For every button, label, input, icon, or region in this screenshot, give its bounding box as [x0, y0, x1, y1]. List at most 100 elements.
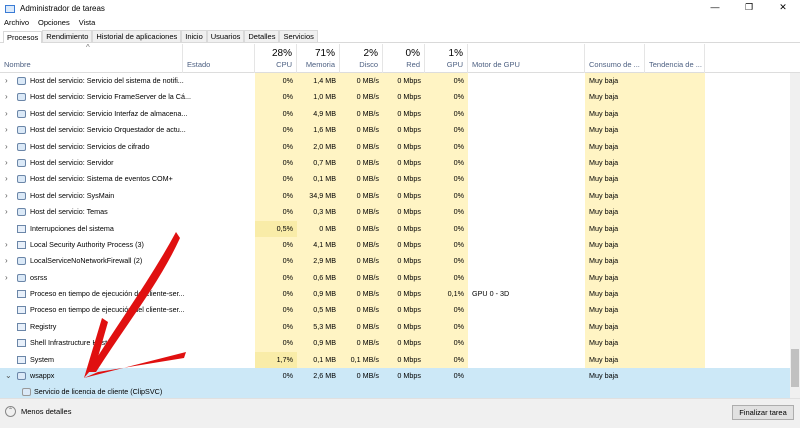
service-gear-icon: [17, 208, 26, 217]
process-row[interactable]: › Host del servicio: Servicios de cifrado…: [0, 138, 790, 155]
column-header: ^ Nombre Estado 28% CPU 71% Memoria 2% Disco…: [0, 43, 800, 73]
column-gpu-engine[interactable]: Motor de GPU: [468, 44, 585, 73]
expand-chevron-icon[interactable]: ›: [5, 106, 8, 122]
process-row[interactable]: › Local Security Authority Process (3) 0% 4…: [0, 236, 790, 254]
expand-chevron-icon[interactable]: ›: [5, 89, 8, 105]
process-row[interactable]: › Host del servicio: Servicio Interfaz de…: [0, 105, 790, 123]
process-window-icon: [17, 339, 26, 348]
cell-cpu: 0%: [255, 138, 297, 155]
end-task-button[interactable]: Finalizar tarea: [732, 405, 794, 420]
column-disk[interactable]: 2% Disco: [340, 44, 383, 73]
cell-disk: 0 MB/s: [340, 269, 383, 287]
process-row[interactable]: System 1,7% 0,1 MB 0,1 MB/s 0 Mbps 0% Muy baja: [0, 351, 790, 369]
column-power-trend[interactable]: Tendencia de ...: [645, 44, 705, 73]
tab-historial[interactable]: Historial de aplicaciones: [92, 30, 182, 42]
process-name: System: [30, 354, 54, 364]
column-name[interactable]: ^ Nombre: [0, 43, 183, 73]
process-row[interactable]: › Host del servicio: Sistema de eventos C…: [0, 171, 790, 188]
tab-rendimiento[interactable]: Rendimiento: [42, 30, 93, 42]
process-row[interactable]: › Host del servicio: Servicio FrameServer…: [0, 89, 790, 106]
menu-opciones[interactable]: Opciones: [38, 18, 70, 27]
tab-inicio[interactable]: Inicio: [181, 30, 207, 42]
expand-chevron-icon[interactable]: ›: [5, 188, 8, 204]
cell-net: 0 Mbps: [383, 73, 425, 90]
cell-disk: 0 MB/s: [340, 73, 383, 90]
tab-procesos[interactable]: Procesos: [3, 31, 43, 43]
task-manager-icon: [5, 4, 15, 13]
process-row[interactable]: › Host del servicio: Servicio del sistema…: [0, 73, 790, 90]
chevron-up-icon: ⌃: [5, 406, 16, 417]
tab-detalles[interactable]: Detalles: [244, 30, 280, 42]
process-row[interactable]: ⌄ wsappx 0% 2,6 MB 0 MB/s 0 Mbps 0% Muy baja: [0, 368, 790, 385]
cell-power: Muy baja: [585, 286, 645, 303]
cell-gpu: 0%: [425, 253, 468, 270]
expand-chevron-icon[interactable]: ›: [5, 155, 8, 171]
menu-archivo[interactable]: Archivo: [4, 18, 29, 27]
process-name: Proceso en tiempo de ejecución del clien…: [30, 305, 185, 315]
process-row[interactable]: Registry 0% 5,3 MB 0 MB/s 0 Mbps 0% Muy baja: [0, 318, 790, 336]
cell-mem: 0,3 MB: [297, 204, 340, 221]
cell-mem: 0,1 MB: [297, 171, 340, 188]
process-row[interactable]: Proceso en tiempo de ejecución del clien…: [0, 302, 790, 319]
less-details-button[interactable]: ⌃ Menos detalles: [5, 406, 71, 417]
expand-chevron-icon[interactable]: ›: [5, 204, 8, 220]
expand-chevron-icon[interactable]: ›: [5, 253, 8, 269]
column-power[interactable]: Consumo de ...: [585, 44, 645, 73]
column-status[interactable]: Estado: [183, 44, 255, 73]
expand-chevron-icon[interactable]: ›: [5, 122, 8, 138]
cell-net: 0 Mbps: [383, 105, 425, 123]
cell-power: Muy baja: [585, 302, 645, 319]
cell-power: Muy baja: [585, 253, 645, 270]
process-name: Proceso en tiempo de ejecución del clien…: [30, 289, 185, 299]
process-row[interactable]: › Host del servicio: SysMain 0% 34,9 MB 0 MB…: [0, 187, 790, 205]
expand-chevron-icon[interactable]: ›: [5, 139, 8, 155]
expand-chevron-icon[interactable]: ›: [5, 237, 8, 253]
process-row[interactable]: › Host del servicio: Temas 0% 0,3 MB 0 MB/s 0…: [0, 204, 790, 221]
cell-power: Muy baja: [585, 154, 645, 172]
process-row[interactable]: Interrupciones del sistema 0,5% 0 MB 0 MB/s…: [0, 220, 790, 237]
cell-net: 0 Mbps: [383, 302, 425, 319]
tab-servicios[interactable]: Servicios: [279, 30, 318, 42]
expand-chevron-icon[interactable]: ›: [5, 171, 8, 187]
scrollbar-thumb[interactable]: [791, 349, 799, 387]
service-gear-icon: [17, 158, 26, 167]
cell-power: Muy baja: [585, 351, 645, 369]
cell-net: 0 Mbps: [383, 154, 425, 172]
cell-disk: 0 MB/s: [340, 236, 383, 254]
process-row[interactable]: Shell Infrastructure Host 0% 0,9 MB 0 MB/s 0…: [0, 335, 790, 352]
cell-power: Muy baja: [585, 335, 645, 352]
cell-gpu: 0%: [425, 236, 468, 254]
process-row[interactable]: Proceso en tiempo de ejecución del clien…: [0, 286, 790, 303]
menu-vista[interactable]: Vista: [79, 18, 96, 27]
process-row[interactable]: › LocalServiceNoNetworkFirewall (2) 0% 2,9 …: [0, 253, 790, 270]
collapse-chevron-icon[interactable]: ⌄: [5, 368, 12, 384]
column-gpu[interactable]: 1% GPU: [425, 44, 468, 73]
process-name: Registry: [30, 321, 57, 331]
process-name: Host del servicio: Sistema de eventos CO…: [30, 174, 173, 184]
expand-chevron-icon[interactable]: ›: [5, 270, 8, 286]
cell-trend: [645, 286, 705, 303]
cell-gpu: 0%: [425, 335, 468, 352]
cell-power: Muy baja: [589, 371, 619, 381]
cell-net: 0 Mbps: [383, 89, 425, 106]
column-network[interactable]: 0% Red: [383, 44, 425, 73]
process-row[interactable]: › osrss 0% 0,6 MB 0 MB/s 0 Mbps 0% Muy baja: [0, 269, 790, 287]
process-name: Local Security Authority Process (3): [30, 239, 144, 249]
cell-engine: [468, 106, 585, 122]
cell-engine: [468, 368, 585, 384]
tab-usuarios[interactable]: Usuarios: [206, 30, 245, 42]
cell-gpu: 0,1%: [425, 286, 468, 303]
process-row[interactable]: › Host del servicio: Servicio Orquestador…: [0, 122, 790, 139]
close-button[interactable]: ✕: [766, 0, 800, 14]
process-name: Host del servicio: Servicio Orquestador …: [30, 125, 186, 135]
cell-net: 0 Mbps: [383, 171, 425, 188]
cell-gpu: 0%: [425, 204, 468, 221]
vertical-scrollbar[interactable]: [790, 73, 800, 398]
cell-engine: [468, 237, 585, 253]
column-cpu[interactable]: 28% CPU: [255, 44, 297, 73]
expand-chevron-icon[interactable]: ›: [5, 73, 8, 89]
column-memory[interactable]: 71% Memoria: [297, 44, 340, 73]
maximize-button[interactable]: ❐: [732, 0, 766, 14]
minimize-button[interactable]: —: [698, 0, 732, 14]
process-row[interactable]: › Host del servicio: Servidor 0% 0,7 MB 0 MB…: [0, 154, 790, 172]
